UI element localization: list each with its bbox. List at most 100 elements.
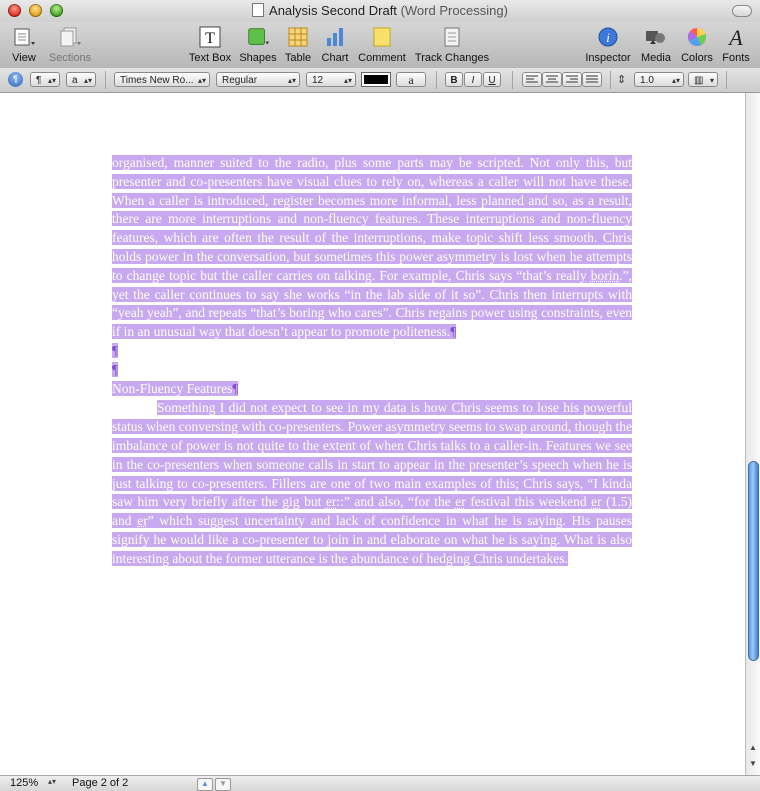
paragraph-mark: ¶: [112, 342, 119, 358]
table-button[interactable]: Table: [283, 25, 313, 64]
title-bar: Analysis Second Draft (Word Processing): [0, 0, 760, 22]
columns-select[interactable]: ▥ ▾: [688, 72, 718, 87]
character-style-select[interactable]: a ▴▾: [66, 72, 96, 87]
table-label: Table: [284, 52, 312, 64]
window-title: Analysis Second Draft (Word Processing): [0, 3, 760, 18]
scrollbar-thumb[interactable]: [748, 461, 759, 661]
text-box-label: Text Box: [188, 52, 232, 64]
paragraph-text: ” which suggest uncertainty and lack of …: [112, 513, 633, 566]
shapes-button[interactable]: Shapes: [238, 25, 278, 64]
view-label: View: [12, 52, 36, 64]
highlight-glyph: a: [408, 73, 414, 87]
comment-icon: [370, 25, 394, 49]
track-changes-button[interactable]: Track Changes: [414, 25, 490, 64]
highlight-color-well[interactable]: a: [396, 72, 426, 87]
table-icon: [286, 25, 310, 49]
text-box-button[interactable]: T Text Box: [188, 25, 232, 64]
media-button[interactable]: Media: [638, 25, 674, 64]
sections-button[interactable]: Sections: [48, 25, 92, 64]
zoom-level[interactable]: 125%: [10, 777, 38, 789]
paragraph-text: organised, manner suited to the radio, p…: [112, 155, 632, 283]
align-right-icon: [566, 75, 578, 83]
line-spacing-select[interactable]: 1.0 ▴▾: [634, 72, 684, 87]
comment-label: Comment: [358, 52, 406, 64]
font-family-select[interactable]: Times New Ro... ▴▾: [114, 72, 210, 87]
bold-label: B: [450, 75, 458, 86]
italic-label: I: [471, 75, 475, 86]
next-page-button[interactable]: ▼: [215, 778, 231, 791]
media-icon: [644, 25, 668, 49]
inspector-button[interactable]: i Inspector: [584, 25, 632, 64]
align-left-icon: [526, 75, 538, 83]
format-bar: ¶ ¶ ▴▾ a ▴▾ Times New Ro... ▴▾ Regular ▴▾ 12…: [0, 68, 760, 93]
scroll-up-arrow-icon[interactable]: ▲: [749, 743, 757, 752]
divider: [726, 71, 727, 89]
align-left-button[interactable]: [522, 72, 542, 87]
empty-paragraph[interactable]: ¶: [112, 342, 632, 361]
page-indicator: Page 2 of 2: [72, 777, 129, 789]
paragraph-non-fluency[interactable]: Something I did not expect to see in my …: [112, 398, 633, 568]
paragraph-style-select[interactable]: ¶ ▴▾: [30, 72, 60, 87]
document-icon: [252, 3, 265, 17]
divider: [610, 71, 611, 89]
align-justify-button[interactable]: [582, 72, 602, 87]
spelling-flag-word[interactable]: er: [137, 513, 148, 528]
paragraph-text: ::” and also, “for the: [336, 494, 456, 510]
track-changes-label: Track Changes: [414, 52, 490, 64]
scroll-down-arrow-icon[interactable]: ▼: [749, 759, 757, 768]
paragraph-mark: ¶: [450, 324, 457, 340]
paragraph-power-asymmetry[interactable]: organised, manner suited to the radio, p…: [112, 154, 632, 342]
empty-paragraph[interactable]: ¶: [112, 361, 632, 380]
comment-button[interactable]: Comment: [356, 25, 408, 64]
text-color-swatch: [364, 75, 388, 84]
status-bar: 125% ▴▾ Page 2 of 2 ▲ ▼: [0, 775, 760, 791]
fonts-button[interactable]: A Fonts: [720, 25, 752, 64]
colors-button[interactable]: Colors: [679, 25, 715, 64]
divider: [512, 71, 513, 89]
document-body[interactable]: organised, manner suited to the radio, p…: [112, 154, 633, 569]
section-heading[interactable]: Non-Fluency Features¶: [112, 380, 632, 399]
font-size-select[interactable]: 12 ▴▾: [306, 72, 356, 87]
line-spacing-value: 1.0: [640, 75, 654, 86]
media-label: Media: [641, 52, 671, 64]
align-right-button[interactable]: [562, 72, 582, 87]
shapes-label: Shapes: [239, 52, 277, 64]
text-color-well[interactable]: [361, 72, 391, 87]
spelling-flag-word[interactable]: borin: [591, 268, 620, 283]
chevron-down-icon: ▾: [709, 76, 714, 85]
styles-drawer-icon[interactable]: ¶: [8, 72, 23, 87]
paragraph-style-glyph: ¶: [36, 75, 42, 86]
first-line-indent: [112, 398, 157, 412]
line-spacing-icon: ⇕: [617, 74, 627, 86]
chevron-down-icon: ▴▾: [671, 76, 680, 85]
zoom-stepper-icon[interactable]: ▴▾: [48, 777, 56, 786]
underline-label: U: [488, 75, 496, 86]
fonts-icon: A: [724, 25, 748, 49]
previous-page-button[interactable]: ▲: [197, 778, 213, 791]
chart-button[interactable]: Chart: [320, 25, 350, 64]
spelling-flag-word[interactable]: er: [455, 494, 466, 509]
sections-icon: [58, 25, 82, 49]
toolbar-toggle-button[interactable]: [732, 5, 752, 17]
chart-label: Chart: [321, 52, 349, 64]
inspector-label: Inspector: [585, 52, 631, 64]
chart-icon: [323, 25, 347, 49]
svg-text:T: T: [205, 30, 215, 47]
view-button[interactable]: View: [8, 25, 40, 64]
bold-button[interactable]: B: [445, 72, 463, 87]
paragraph-mark: ¶: [112, 361, 119, 377]
font-style-select[interactable]: Regular ▴▾: [216, 72, 300, 87]
spelling-flag-word[interactable]: er: [326, 494, 337, 509]
align-center-button[interactable]: [542, 72, 562, 87]
font-size-value: 12: [312, 75, 324, 86]
font-family-value: Times New Ro...: [120, 75, 194, 86]
italic-button[interactable]: I: [464, 72, 482, 87]
vertical-scrollbar[interactable]: ▲ ▼: [745, 93, 760, 775]
underline-button[interactable]: U: [483, 72, 501, 87]
paragraph-mark: ¶: [232, 380, 239, 396]
sections-label: Sections: [48, 52, 92, 64]
chevron-down-icon: ▴▾: [83, 76, 92, 85]
view-icon: [12, 25, 36, 49]
spelling-flag-word[interactable]: er: [591, 494, 602, 509]
document-canvas[interactable]: organised, manner suited to the radio, p…: [0, 93, 745, 775]
